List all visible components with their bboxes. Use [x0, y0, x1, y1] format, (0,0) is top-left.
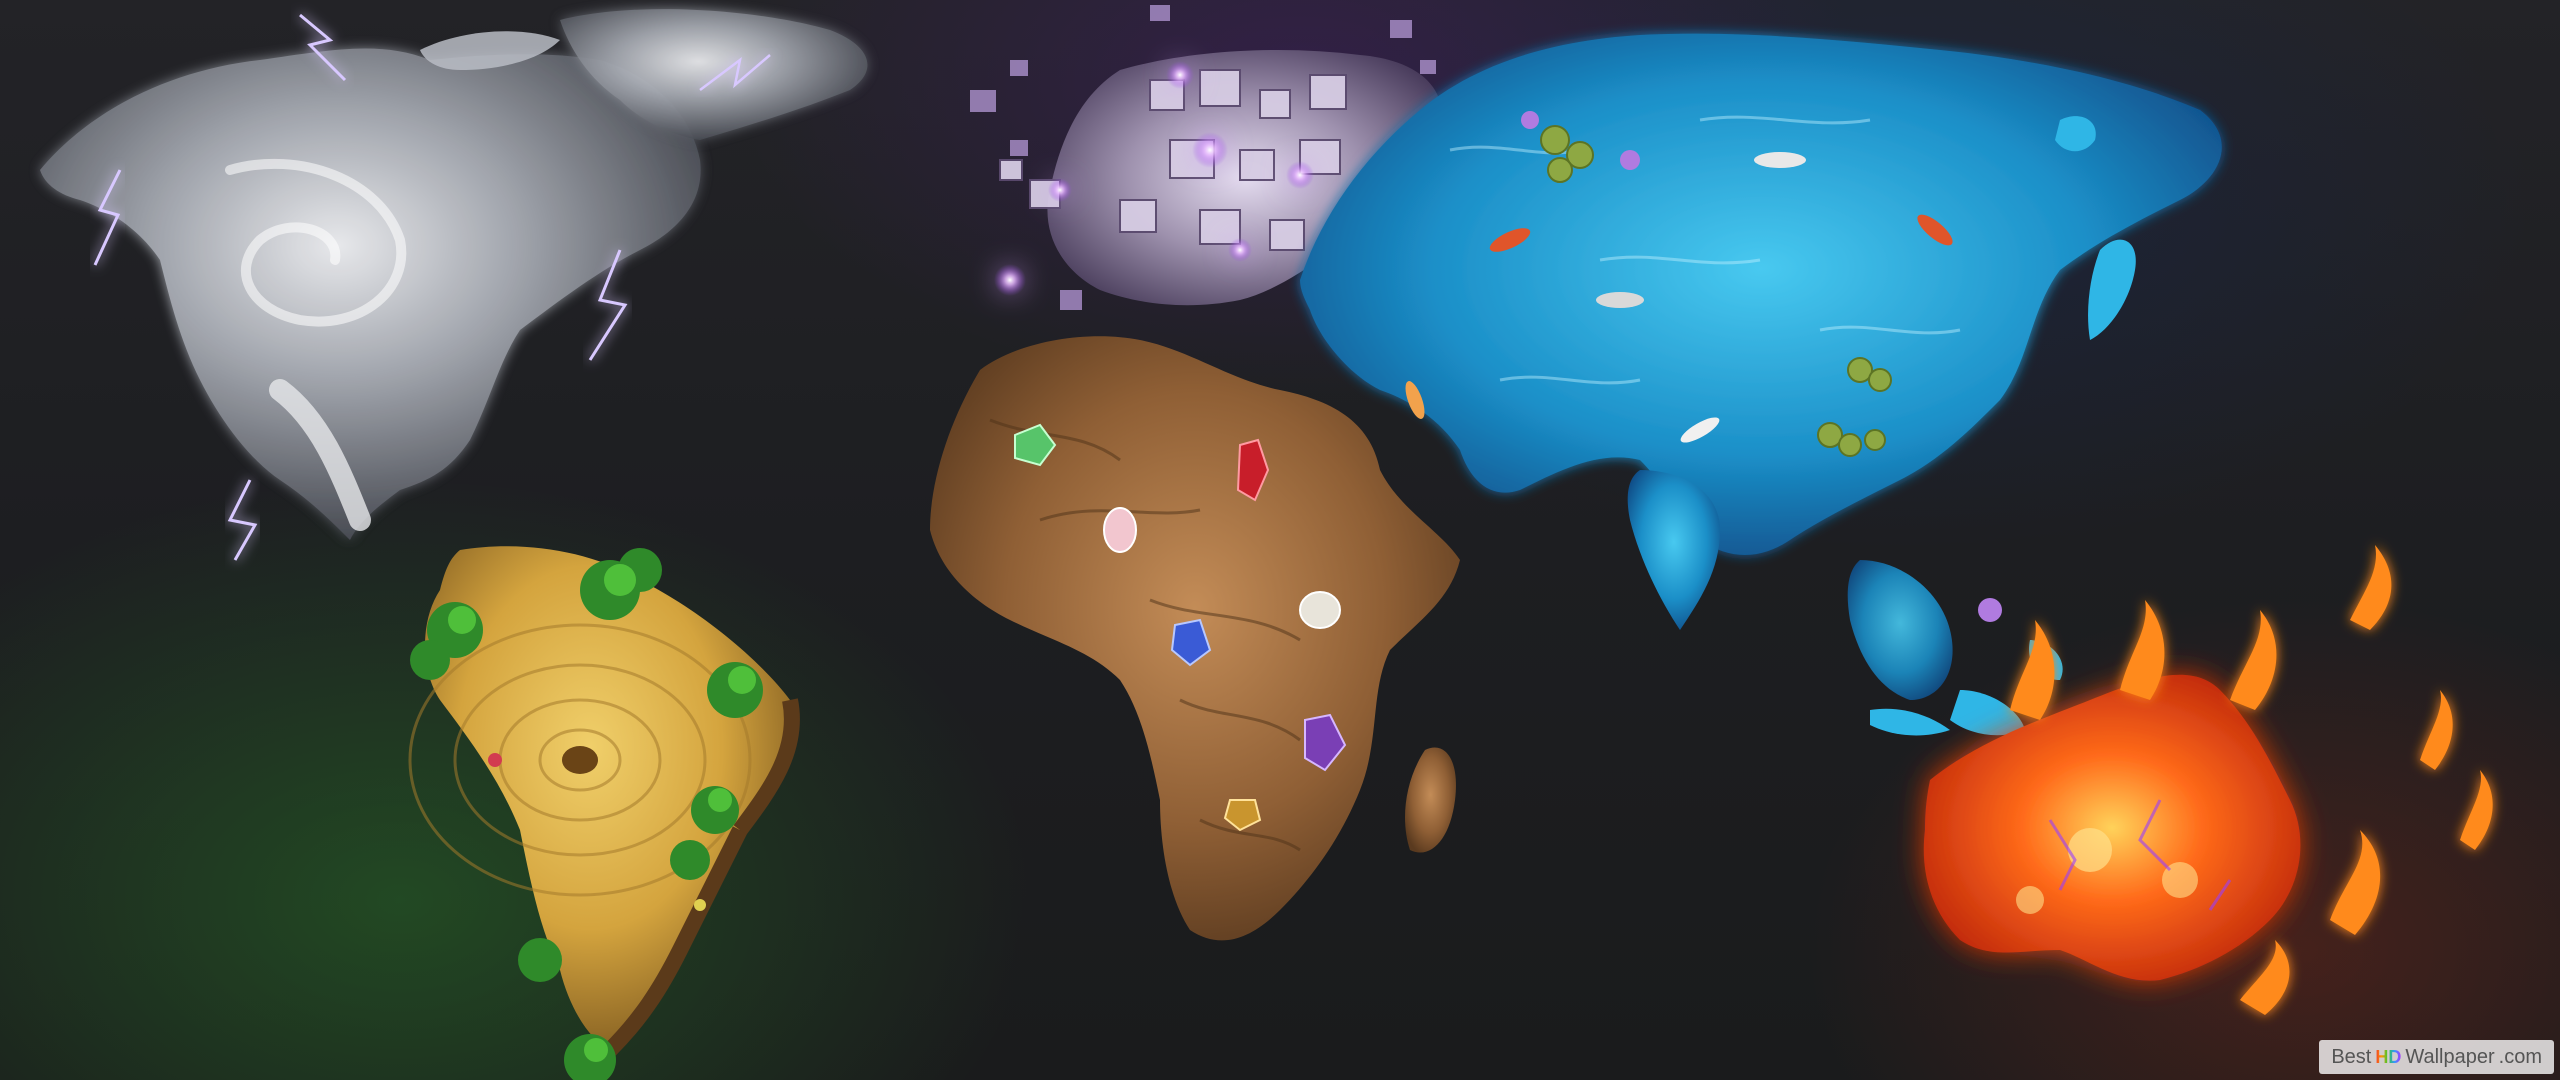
africa-earth: [930, 336, 1460, 941]
pearl-stone: [1299, 591, 1341, 629]
watermark-wallpaper: Wallpaper: [2405, 1045, 2495, 1068]
watermark-hd: HD: [2375, 1046, 2402, 1067]
watermark-badge: Best HD Wallpaper .com: [2319, 1040, 2554, 1074]
wallpaper-scene: Best HD Wallpaper .com: [0, 0, 2560, 1080]
south-america-wood: [408, 546, 800, 1080]
australia-fire: [1923, 545, 2493, 1015]
watermark-suffix: .com: [2498, 1045, 2542, 1068]
asia-water: [1300, 33, 2222, 736]
north-america-storm: [40, 9, 868, 561]
rose-quartz-gem: [1103, 507, 1137, 553]
watermark-best: Best: [2331, 1045, 2372, 1068]
world-map-artwork: [40, 5, 2493, 1080]
